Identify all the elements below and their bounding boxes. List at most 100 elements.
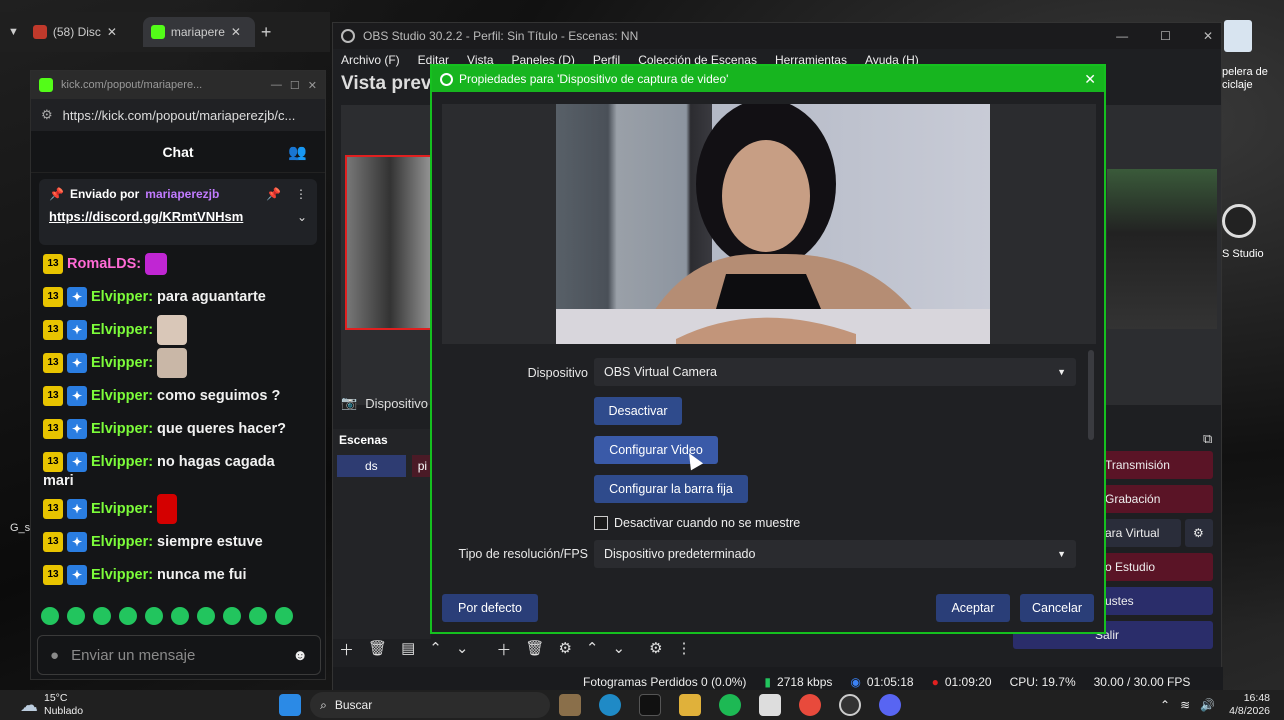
game-app-icon[interactable] <box>559 694 582 716</box>
source-label[interactable]: Dispositivo <box>365 396 428 411</box>
preview-source-selection[interactable] <box>345 155 435 330</box>
emote-icon[interactable] <box>67 607 85 625</box>
chat-username[interactable]: Elvipper: <box>91 322 153 338</box>
deactivate-button[interactable]: Desactivar <box>594 397 682 425</box>
chat-username[interactable]: Elvipper: <box>91 421 153 437</box>
close-icon[interactable]: ✕ <box>1203 29 1213 43</box>
close-tab-icon[interactable]: ✕ <box>231 25 241 39</box>
cat-emote-icon <box>157 347 188 378</box>
weather-desc: Nublado <box>44 705 84 717</box>
move-down-icon[interactable]: ⌄ <box>456 639 469 660</box>
taskbar-search[interactable]: ⌕ Buscar <box>310 692 551 718</box>
site-info-icon[interactable]: ⚙ <box>41 107 53 123</box>
unpin-icon[interactable]: 📌 <box>266 187 281 201</box>
device-select[interactable]: OBS Virtual Camera ▼ <box>594 358 1076 386</box>
popout-titlebar: kick.com/popout/mariapere... — ☐ ✕ <box>31 71 325 99</box>
pinned-user[interactable]: mariaperezjb <box>145 187 219 201</box>
maximize-icon[interactable]: ☐ <box>290 79 300 92</box>
move-up-icon[interactable]: ⌃ <box>429 639 442 660</box>
more-options-icon[interactable]: ⋮ <box>295 187 307 201</box>
chrome-icon[interactable] <box>799 694 822 716</box>
close-tab-icon[interactable]: ✕ <box>107 25 117 39</box>
chat-username[interactable]: Elvipper: <box>91 289 153 305</box>
recycle-bin-icon[interactable] <box>1224 20 1252 52</box>
file-explorer-icon[interactable] <box>679 694 702 716</box>
maximize-icon[interactable]: ☐ <box>1160 29 1171 43</box>
weather-icon[interactable]: ☁ <box>20 695 38 716</box>
emote-icon[interactable] <box>145 607 163 625</box>
chat-username[interactable]: RomaLDS: <box>67 256 141 272</box>
spotify-icon[interactable] <box>719 694 742 716</box>
filter-icon[interactable]: ▤ <box>401 639 415 660</box>
defaults-button[interactable]: Por defecto <box>442 594 538 622</box>
obs-desktop-icon[interactable] <box>1222 204 1256 238</box>
more-icon[interactable]: ⋮ <box>677 639 692 660</box>
delete-source-icon[interactable]: 🗑 <box>525 639 544 660</box>
add-source-icon[interactable]: ＋ <box>496 639 511 660</box>
pinned-link[interactable]: https://discord.gg/KRmtVNHsm <box>49 209 297 224</box>
emote-icon[interactable] <box>275 607 293 625</box>
clock-time[interactable]: 16:48 <box>1244 692 1270 705</box>
stream-icon: ◉ <box>850 675 861 689</box>
cancel-button[interactable]: Cancelar <box>1020 594 1094 622</box>
dock-popout-icon[interactable]: ⧉ <box>1203 431 1212 447</box>
emote-icon[interactable] <box>41 607 59 625</box>
emote-icon[interactable] <box>223 607 241 625</box>
wifi-icon[interactable]: ≋ <box>1180 698 1190 712</box>
chat-username[interactable]: Elvipper: <box>91 534 153 550</box>
minimize-icon[interactable]: — <box>271 79 282 91</box>
resolution-label: Tipo de resolución/FPS <box>458 547 588 561</box>
gear-icon[interactable]: ⚙ <box>558 639 571 660</box>
emote-icon[interactable] <box>171 607 189 625</box>
clock-date[interactable]: 4/8/2026 <box>1229 705 1270 718</box>
browser-tab-discord[interactable]: (58) Disc ✕ <box>25 17 137 47</box>
url-text[interactable]: https://kick.com/popout/mariaperezjb/c..… <box>63 108 296 123</box>
chat-message-input[interactable]: ● Enviar un mensaje ☻ <box>37 635 321 675</box>
emote-icon[interactable] <box>93 607 111 625</box>
minimize-icon[interactable]: — <box>1116 29 1128 43</box>
vip-badge-icon: ✦ <box>67 319 87 340</box>
menu-archivo[interactable]: Archivo (F) <box>341 53 400 67</box>
recycle-bin-label: pelera de ciclaje <box>1222 66 1268 91</box>
tiktok-icon[interactable] <box>639 694 662 716</box>
preview-title: Vista prev <box>341 73 432 94</box>
scene-item[interactable]: ds <box>337 455 406 477</box>
deactivate-when-hidden-checkbox[interactable] <box>594 516 608 530</box>
configure-bar-button[interactable]: Configurar la barra fija <box>594 475 748 503</box>
emote-icon[interactable] <box>197 607 215 625</box>
chat-message: 13 ✦ Elvipper: <box>31 346 327 379</box>
chat-text: no hagas cagada <box>157 453 275 470</box>
chat-username[interactable]: Elvipper: <box>91 567 153 583</box>
users-icon[interactable]: 👥 <box>288 143 307 161</box>
edge-icon[interactable] <box>599 694 622 716</box>
url-bar[interactable]: ⚙ https://kick.com/popout/mariaperezjb/c… <box>31 99 325 131</box>
discord-icon[interactable] <box>879 694 902 716</box>
chevron-down-icon[interactable]: ⌄ <box>297 210 307 224</box>
filters-icon[interactable]: ⚙ <box>649 639 662 660</box>
start-menu-icon[interactable] <box>279 694 302 716</box>
virtual-camera-gear-icon[interactable]: ⚙ <box>1185 519 1213 547</box>
resolution-select[interactable]: Dispositivo predeterminado ▼ <box>594 540 1076 568</box>
move-up-icon[interactable]: ⌃ <box>586 639 599 660</box>
store-icon[interactable] <box>759 694 782 716</box>
emote-icon[interactable] <box>249 607 267 625</box>
new-tab-icon[interactable]: + <box>261 22 272 43</box>
delete-icon[interactable]: 🗑 <box>368 639 387 660</box>
emoji-icon[interactable]: ☻ <box>292 647 308 664</box>
move-down-icon[interactable]: ⌄ <box>613 639 626 660</box>
emote-icon[interactable] <box>119 607 137 625</box>
close-icon[interactable]: ✕ <box>1084 71 1096 88</box>
obs-taskbar-icon[interactable] <box>839 694 862 716</box>
chat-username[interactable]: Elvipper: <box>91 454 153 470</box>
add-icon[interactable]: ＋ <box>339 639 354 660</box>
chat-username[interactable]: Elvipper: <box>91 355 153 371</box>
tab-list-chevron-icon[interactable]: ▼ <box>8 26 19 38</box>
chat-username[interactable]: Elvipper: <box>91 388 153 404</box>
close-icon[interactable]: ✕ <box>308 79 317 92</box>
volume-icon[interactable]: 🔊 <box>1200 698 1215 712</box>
chat-username[interactable]: Elvipper: <box>91 501 153 517</box>
accept-button[interactable]: Aceptar <box>936 594 1010 622</box>
browser-tab-kick[interactable]: mariapere ✕ <box>142 17 255 47</box>
tray-chevron-icon[interactable]: ⌃ <box>1160 698 1170 712</box>
dialog-scrollbar[interactable] <box>1088 350 1094 440</box>
